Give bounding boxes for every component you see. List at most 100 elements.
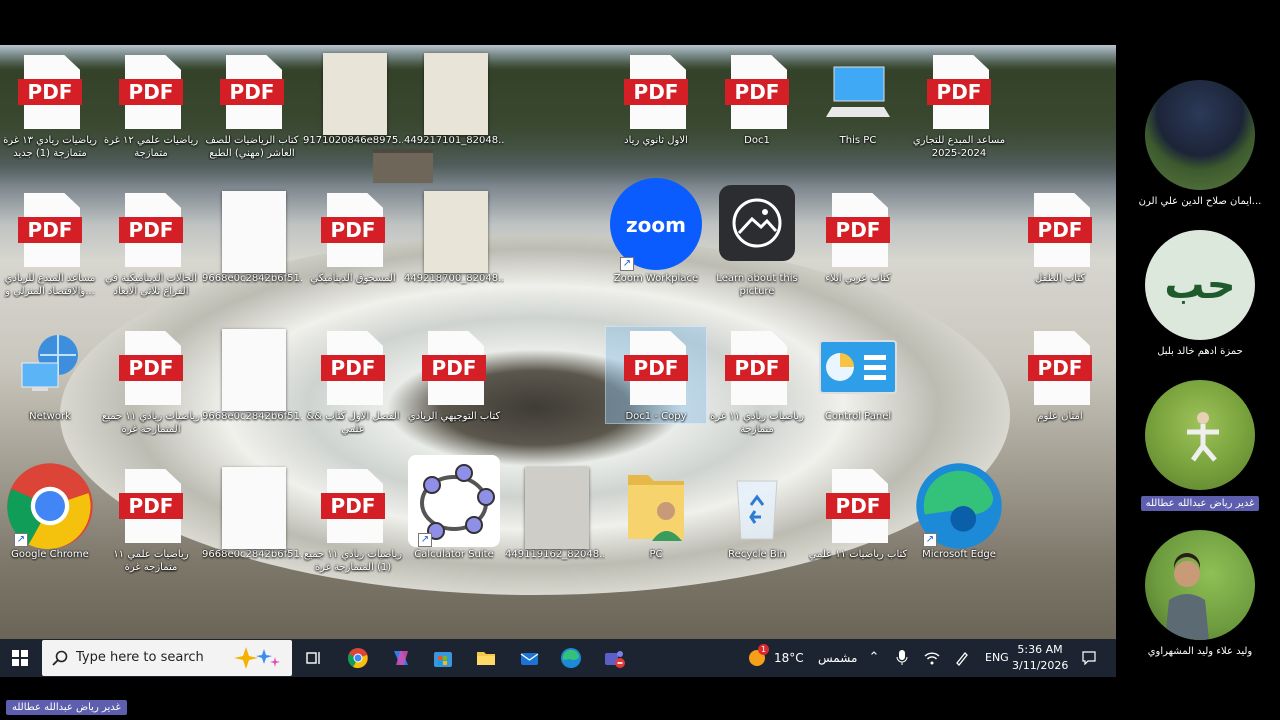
taskbar-outlook[interactable] — [509, 639, 549, 677]
taskbar-edge[interactable] — [551, 639, 591, 677]
desktop-icon[interactable]: PDF الحالات الديناميكية في الفراغ ثلاثي ا… — [101, 189, 201, 298]
taskbar-teams[interactable] — [594, 639, 634, 677]
taskbar-search-box[interactable]: Type here to search — [42, 640, 292, 676]
participant-tile-3[interactable]: غدير رياض عبدالله عطالله — [1120, 380, 1280, 511]
taskbar-chrome[interactable] — [338, 639, 378, 677]
desktop-icon[interactable]: PDF رياضيات علمي ١١ متمازجة غرة — [101, 465, 201, 574]
desktop-icon-label: 9668e0c2842b6f51... — [202, 273, 302, 284]
tray-pen-button[interactable] — [950, 639, 974, 677]
desktop-icon[interactable]: 449217101_82048... — [404, 51, 504, 147]
store-icon — [434, 652, 452, 667]
desktop-icon-label: Doc1 — [744, 135, 770, 146]
desktop-icon-label: مساعد المبدع للريادي والاقتصاد المنزلي و… — [4, 273, 96, 297]
desktop-icon-label: 449217101_82048... — [404, 135, 504, 146]
participant-tile-2[interactable]: حب حمزة ادهم خالد بلبل — [1120, 230, 1280, 357]
pdf-badge: PDF — [321, 217, 385, 243]
desktop-icon[interactable]: Network — [0, 327, 100, 423]
participant-tile-4[interactable]: وليد علاء وليد المشهراوي — [1120, 530, 1280, 657]
desktop-icon[interactable]: ↗ Google Chrome — [0, 463, 100, 561]
chevron-up-icon: ⌃ — [868, 650, 880, 665]
desktop-icon[interactable]: PDF رياضيات ريادي ١١ غرة متمازجة — [707, 327, 807, 436]
tray-wifi-button[interactable] — [920, 639, 944, 677]
desktop-icon-image: PDF — [422, 327, 486, 407]
desktop-icon[interactable]: PDF المسحوق الديناميكي — [303, 189, 403, 285]
participant-tile-1[interactable]: ايمان صلاح الدين علي الرن... — [1120, 80, 1280, 207]
desktop-icon[interactable]: PDF رياضيات ريادي ١١ جميع المتمازجة غرة — [101, 327, 201, 436]
desktop-icon[interactable]: PDF امتان علوم — [1010, 327, 1110, 423]
shared-desktop: PDF رياضيات ريادي ١٣ غرة متمازجة (1) جديد… — [0, 45, 1116, 639]
desktop-icon-image — [624, 465, 688, 545]
desktop-icon[interactable]: This PC — [808, 51, 908, 147]
weather-widget[interactable]: 1 18°C مشمس — [744, 639, 857, 677]
desktop-icon-label: كتاب عربي ايلاء — [825, 273, 891, 284]
participant-name-3: غدير رياض عبدالله عطالله — [1140, 496, 1260, 511]
desktop-icon-label: This PC — [839, 135, 877, 146]
pdf-badge: PDF — [18, 217, 82, 243]
desktop-icon[interactable]: PDF Doc1 — [707, 51, 807, 147]
desktop-icon[interactable]: Recycle Bin — [707, 465, 807, 561]
task-view-button[interactable] — [294, 639, 334, 677]
desktop-icon-image: PDF — [826, 465, 890, 545]
desktop-icon[interactable]: PDF مساعد المبدع للتجاري 2024-2025 — [909, 51, 1009, 160]
desktop-icon[interactable]: 9668e0c2842b6f51... — [202, 465, 302, 561]
desktop-icon[interactable]: PDF الاول ثانوي رياد — [606, 51, 706, 147]
participant-video-1 — [1145, 80, 1255, 190]
clock[interactable]: 5:36 AM 3/11/2026 — [1012, 642, 1068, 674]
desktop-icon-label: رياضيات ريادي ١١ غرة متمازجة — [710, 411, 804, 435]
desktop-icon[interactable]: PDF كتاب عربي ايلاء — [808, 189, 908, 285]
desktop-icon-image — [220, 327, 286, 411]
desktop-icon-image: PDF — [725, 51, 789, 131]
desktop-icon[interactable]: Learn about this picture — [707, 185, 807, 298]
desktop-icon[interactable]: ↗ Microsoft Edge — [909, 463, 1009, 561]
desktop-icon-label: PC — [649, 549, 663, 560]
taskbar-copilot[interactable] — [381, 639, 421, 677]
pdf-badge: PDF — [624, 79, 688, 105]
desktop-icon-image: PDF — [321, 189, 385, 269]
desktop-icon[interactable]: PDF Doc1 - Copy — [605, 326, 707, 424]
pdf-badge: PDF — [119, 355, 183, 381]
desktop-icon[interactable]: PDF رياضيات ريادي ١١ جميع (1) المتمازجة غ… — [303, 465, 403, 574]
chrome-icon — [348, 648, 368, 669]
image-thumbnail-icon — [222, 467, 286, 549]
desktop-icon-image: PDF — [624, 327, 688, 407]
desktop-icon[interactable]: 449218700_82048... — [404, 189, 504, 285]
language-indicator[interactable]: ENG — [985, 639, 1009, 677]
tray-overflow-button[interactable]: ⌃ — [862, 639, 886, 677]
desktop-icon[interactable]: PDF الفصل الاول كتاب && علمي — [303, 327, 403, 436]
desktop-icon-label: كتاب رياضيات ١١ علمي — [808, 549, 908, 560]
desktop-icon[interactable]: 9668e0c2842b6f51... — [202, 189, 302, 285]
task-view-icon — [306, 652, 320, 664]
taskbar-store[interactable] — [423, 639, 463, 677]
desktop-icon[interactable]: ↗ Calculator Suite — [404, 455, 504, 561]
desktop-icon[interactable]: 9171020846e8975... — [303, 51, 403, 147]
start-button[interactable] — [0, 639, 40, 677]
desktop-icon[interactable]: Control Panel — [808, 327, 908, 423]
desktop-icon[interactable]: PDF رياضيات ريادي ١٣ غرة متمازجة (1) جديد — [0, 51, 100, 160]
desktop-icon[interactable]: PDF كتاب رياضيات ١١ علمي — [808, 465, 908, 561]
desktop-icon[interactable]: PDF كتاب الطفل — [1010, 189, 1110, 285]
shortcut-arrow-icon: ↗ — [923, 533, 937, 547]
desktop-icon[interactable]: 9668e0c2842b6f51... — [202, 327, 302, 423]
desktop-icon[interactable]: PDF رياضيات علمي ١٢ غرة متمازجة — [101, 51, 201, 160]
zoom-wordmark: zoom — [626, 213, 686, 237]
desktop-icon-label: Zoom Workplace — [613, 273, 699, 284]
desktop-icon[interactable]: PDF مساعد المبدع للريادي والاقتصاد المنزل… — [0, 189, 100, 298]
desktop-icon-image: PDF — [119, 327, 183, 407]
desktop-icon[interactable]: zoom ↗ Zoom Workplace — [606, 178, 706, 285]
notifications-button[interactable] — [1076, 639, 1102, 677]
desktop-icon[interactable]: PDF كتاب التوجيهي الريادي — [404, 327, 504, 423]
desktop-icon[interactable]: 449119162_82048... — [505, 465, 605, 561]
copilot-icon — [394, 651, 408, 665]
tray-mic-button[interactable] — [890, 639, 914, 677]
image-thumbnail-icon — [222, 191, 286, 273]
wallpaper-tower — [373, 149, 433, 183]
desktop-icon-image — [719, 185, 795, 269]
desktop-icon-image: ↗ — [7, 463, 93, 549]
desktop-icon[interactable]: PDF كتاب الرياضيات للصف العاشر (مهني) الط… — [202, 51, 302, 160]
participant-avatar-2: حب — [1145, 230, 1255, 340]
wifi-icon — [924, 652, 940, 665]
desktop-icon-image: ↗ — [408, 455, 500, 547]
desktop-icon[interactable]: PC — [606, 465, 706, 561]
search-placeholder: Type here to search — [76, 650, 204, 665]
taskbar-file-explorer[interactable] — [466, 639, 506, 677]
